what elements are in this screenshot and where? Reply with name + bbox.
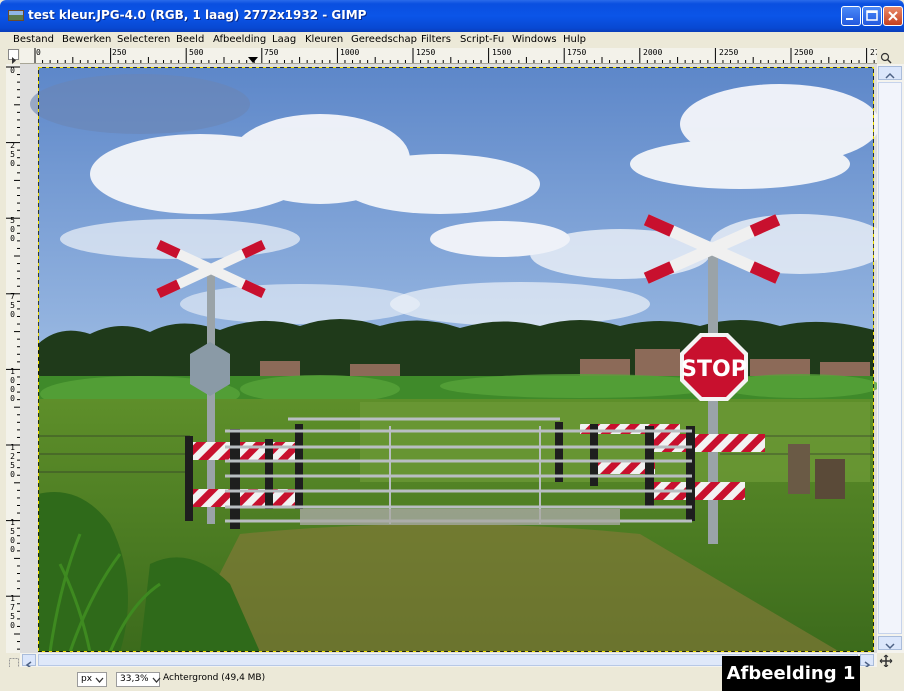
ruler-label: 750 (264, 48, 279, 57)
layer-info-text: Achtergrond (49,4 MB) (163, 673, 266, 683)
ruler-label: 1250 (8, 443, 17, 479)
maximize-button[interactable] (862, 6, 882, 26)
ruler-label: 1750 (567, 48, 587, 57)
ruler-label: 1000 (8, 367, 17, 403)
scroll-right-button[interactable] (860, 654, 874, 669)
ruler-label: 1250 (416, 48, 436, 57)
gimp-app-icon (8, 10, 24, 21)
ruler-label: 500 (8, 216, 17, 243)
menu-script-fu[interactable]: Script-Fu (460, 34, 504, 45)
scroll-thumb-vertical[interactable] (878, 82, 902, 634)
menu-bewerken[interactable]: Bewerken (62, 34, 111, 45)
ruler-label: 2500 (794, 48, 814, 57)
scroll-down-button[interactable] (878, 636, 902, 650)
ruler-label: 2250 (719, 48, 739, 57)
menu-gereedschap[interactable]: Gereedschap (351, 34, 417, 45)
ruler-ticks (34, 48, 875, 63)
chevron-down-icon (885, 643, 895, 650)
figure-caption: Afbeelding 1 (722, 656, 860, 691)
navigate-button[interactable] (879, 653, 899, 668)
window-title: test kleur.JPG-4.0 (RGB, 1 laag) 2772x19… (28, 8, 367, 22)
title-bar: test kleur.JPG-4.0 (RGB, 1 laag) 2772x19… (0, 0, 904, 32)
minimize-icon (846, 18, 853, 20)
ruler-label: 0 (8, 66, 17, 75)
menu-beeld[interactable]: Beeld (176, 34, 204, 45)
photo-railway-crossing: STOP (30, 67, 890, 653)
close-button[interactable] (883, 6, 903, 26)
pointer-position-marker (248, 57, 258, 63)
menu-selecteren[interactable]: Selecteren (117, 34, 170, 45)
zoom-value: 33,3% (120, 674, 149, 684)
menu-kleuren[interactable]: Kleuren (305, 34, 343, 45)
ruler-label: 0 (36, 48, 41, 57)
ruler-label: 1750 (8, 594, 17, 630)
ruler-label: 750 (8, 292, 17, 319)
zoom-view-button[interactable] (879, 49, 899, 64)
ruler-label: 500 (189, 48, 204, 57)
ruler-label: 1500 (492, 48, 512, 57)
ruler-label: 1000 (340, 48, 360, 57)
image-canvas[interactable]: STOP (20, 64, 890, 653)
ruler-label: 250 (8, 141, 17, 168)
menu-windows[interactable]: Windows (512, 34, 557, 45)
menu-bar: Bestand Bewerken Selecteren Beeld Afbeel… (0, 32, 904, 48)
vertical-ruler: 0 250 500 750 1000 1250 1500 1750 (6, 64, 21, 653)
menu-laag[interactable]: Laag (272, 34, 296, 45)
ruler-label: 250 (112, 48, 127, 57)
ruler-label: 2750 (870, 48, 877, 57)
unit-select[interactable]: px (77, 672, 107, 687)
menu-filters[interactable]: Filters (421, 34, 451, 45)
quick-mask-toggle[interactable] (8, 654, 20, 668)
menu-bestand[interactable]: Bestand (13, 34, 54, 45)
close-icon (888, 11, 898, 21)
ruler-label: 1500 (8, 518, 17, 554)
ruler-label: 2000 (643, 48, 663, 57)
horizontal-ruler: 0 250 500 750 1000 1250 1500 1750 2000 2… (20, 48, 877, 64)
move-cross-icon (879, 654, 893, 668)
maximize-icon (866, 10, 878, 21)
minimize-button[interactable] (841, 6, 861, 26)
menu-afbeelding[interactable]: Afbeelding (213, 34, 266, 45)
chevron-down-icon (152, 677, 161, 683)
image-menu-button[interactable] (8, 49, 19, 64)
scroll-up-button[interactable] (878, 66, 902, 80)
vertical-scrollbar[interactable] (877, 64, 904, 653)
stop-sign-text: STOP (681, 357, 747, 382)
chevron-down-icon (95, 677, 104, 683)
unit-value: px (81, 674, 93, 684)
scroll-left-button[interactable] (22, 654, 36, 669)
menu-hulp[interactable]: Hulp (563, 34, 586, 45)
magnifier-icon (880, 52, 892, 64)
chevron-up-icon (885, 72, 895, 79)
